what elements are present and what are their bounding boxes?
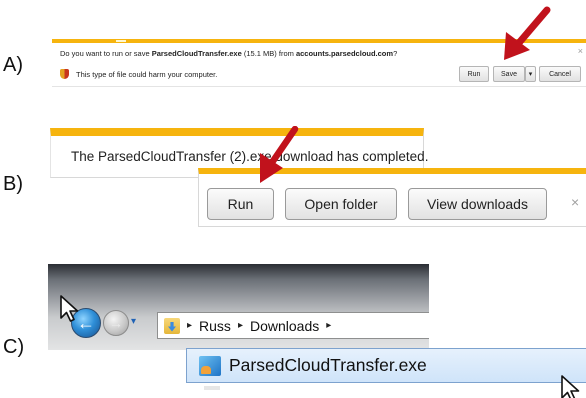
recent-pages-dropdown-icon[interactable]: ▾ (131, 316, 136, 327)
open-folder-button[interactable]: Open folder (285, 188, 397, 220)
mouse-pointer-icon (561, 375, 580, 398)
mouse-pointer-icon (60, 295, 79, 322)
run-button[interactable]: Run (459, 66, 489, 82)
download-question: Do you want to run or save ParsedCloudTr… (60, 49, 397, 58)
step-label-a: A) (3, 54, 23, 76)
warning-text: This type of file could harm your comput… (76, 69, 218, 79)
close-icon[interactable]: × (578, 46, 583, 56)
question-prefix: Do you want to run or save (60, 49, 152, 58)
arrow-to-run-icon (260, 126, 299, 183)
question-end: ? (393, 49, 398, 58)
download-warning: This type of file could harm your comput… (60, 69, 217, 79)
shield-icon (60, 69, 69, 79)
breadcrumb-russ[interactable]: Russ (199, 318, 231, 334)
download-complete-message: The ParsedCloudTransfer (2).exe download… (71, 149, 429, 164)
run-button[interactable]: Run (207, 188, 274, 220)
address-bar[interactable]: ▸ Russ ▸ Downloads ▸ (157, 312, 429, 339)
question-file-name: ParsedCloudTransfer.exe (151, 49, 242, 58)
next-file-row-fragment (204, 386, 220, 390)
save-options-button[interactable]: ▾ (525, 66, 536, 82)
downloads-folder-icon (164, 317, 180, 334)
file-list-item[interactable]: ParsedCloudTransfer.exe (186, 348, 586, 383)
arrow-to-save-icon (504, 6, 551, 60)
forward-arrow-icon[interactable]: → (103, 310, 129, 336)
cancel-button[interactable]: Cancel (539, 66, 581, 82)
question-size: (15.1 MB) from (241, 49, 296, 58)
breadcrumb-separator-icon[interactable]: ▸ (187, 320, 192, 331)
file-name: ParsedCloudTransfer.exe (229, 355, 427, 375)
step-label-c: C) (3, 336, 25, 358)
installer-file-icon (199, 355, 221, 376)
breadcrumb-separator-icon[interactable]: ▸ (238, 320, 243, 331)
save-button[interactable]: Save (493, 66, 525, 82)
breadcrumb-separator-icon[interactable]: ▸ (326, 320, 331, 331)
question-domain: accounts.parsedcloud.com (295, 49, 394, 58)
breadcrumb-downloads[interactable]: Downloads (250, 318, 319, 334)
bar-highlight (116, 40, 126, 42)
view-downloads-button[interactable]: View downloads (408, 188, 547, 220)
step-label-b: B) (3, 173, 23, 195)
close-icon[interactable]: × (571, 194, 579, 210)
